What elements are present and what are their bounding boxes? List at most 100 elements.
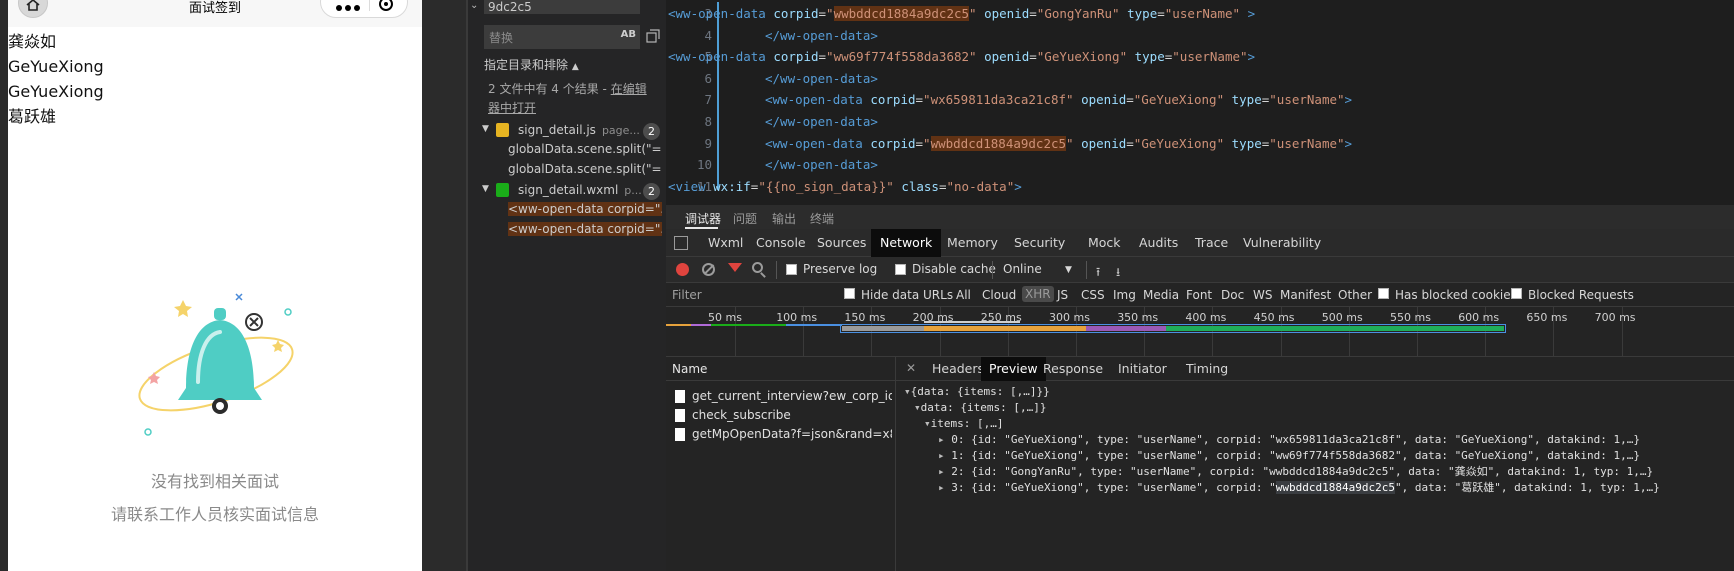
caret-down-icon[interactable]: ▼ xyxy=(482,124,489,134)
tab-debugger[interactable]: 调试器 xyxy=(685,210,721,227)
caret-right-icon[interactable]: ▸ xyxy=(938,449,951,462)
json-node[interactable]: ▾data: {items: [,…]} xyxy=(914,400,1046,416)
request-list: Name get_current_interview?ew_corp_id=ww… xyxy=(666,357,896,571)
tab-memory[interactable]: Memory xyxy=(938,229,1007,257)
hide-data-urls-checkbox[interactable] xyxy=(844,288,855,299)
filter-type-ws[interactable]: WS xyxy=(1253,288,1272,302)
tab-vulnerability[interactable]: Vulnerability xyxy=(1234,229,1330,257)
tab-response[interactable]: Response xyxy=(1035,357,1111,381)
capsule-menu[interactable] xyxy=(320,0,408,18)
request-row[interactable]: check_subscribe xyxy=(672,406,892,426)
match-line[interactable]: globalData.scene.split("="... xyxy=(508,142,662,162)
caret-down-icon[interactable]: ▾ xyxy=(904,385,911,398)
tab-output[interactable]: 输出 xyxy=(772,210,796,227)
tab-initiator[interactable]: Initiator xyxy=(1110,357,1175,381)
tab-audits[interactable]: Audits xyxy=(1130,229,1187,257)
replace-all-icon[interactable] xyxy=(646,29,660,43)
match-line[interactable]: <ww-open-data corpid="... xyxy=(508,222,662,242)
clear-icon[interactable] xyxy=(702,263,715,276)
code-line[interactable]: </ww-open-data> xyxy=(765,112,878,132)
close-miniprogram-icon[interactable] xyxy=(378,0,393,11)
import-har-icon[interactable]: ⭱ xyxy=(1096,263,1100,284)
filter-type-manifest[interactable]: Manifest xyxy=(1280,288,1331,302)
filter-type-all[interactable]: All xyxy=(956,288,971,302)
tab-console[interactable]: Console xyxy=(747,229,815,257)
blocked-requests-checkbox[interactable] xyxy=(1511,288,1522,299)
code-line[interactable]: <view wx:if="{{no_sign_data}}" class="no… xyxy=(668,177,1022,196)
record-icon[interactable] xyxy=(676,263,689,276)
tab-network[interactable]: Network xyxy=(871,229,942,257)
json-node[interactable]: ▾items: [,…] xyxy=(924,416,1003,432)
filter-icon[interactable] xyxy=(728,263,742,272)
search-input[interactable]: 9dc2c5 xyxy=(484,0,640,14)
filter-type-img[interactable]: Img xyxy=(1113,288,1136,302)
caret-down-icon[interactable]: ▾ xyxy=(914,401,921,414)
json-root[interactable]: ▾{data: {items: [,…]}} xyxy=(904,384,1050,400)
tab-mock[interactable]: Mock xyxy=(1079,229,1130,257)
export-har-icon[interactable]: ⭳ xyxy=(1116,263,1120,284)
preserve-log-checkbox[interactable] xyxy=(786,264,797,275)
caret-down-icon[interactable]: ▼ xyxy=(1065,265,1072,275)
close-icon[interactable]: ✕ xyxy=(906,361,916,375)
tab-trace[interactable]: Trace xyxy=(1186,229,1237,257)
code-line[interactable]: </ww-open-data> xyxy=(765,69,878,89)
chevron-down-icon[interactable]: ⌄ xyxy=(470,0,478,11)
match-line[interactable]: globalData.scene.split("="... xyxy=(508,162,662,182)
more-icon[interactable] xyxy=(335,5,360,11)
preserve-case-toggle[interactable]: AB xyxy=(621,29,636,40)
code-line[interactable]: </ww-open-data> xyxy=(765,155,878,175)
caret-down-icon[interactable]: ▼ xyxy=(482,184,489,194)
tab-timing[interactable]: Timing xyxy=(1178,357,1236,381)
request-row[interactable]: getMpOpenData?f=json&rand=x8lgvib1... xyxy=(672,425,892,445)
code-line[interactable]: <ww-open-data corpid="wx659811da3ca21c8f… xyxy=(765,90,1352,110)
network-overview-timeline[interactable]: 50 ms 100 ms 150 ms 200 ms 250 ms 300 ms 350 m… xyxy=(666,307,1734,357)
tab-sources[interactable]: Sources xyxy=(808,229,875,257)
result-file[interactable]: ▼ sign_detail.wxml p... 2 xyxy=(468,180,666,202)
code-line[interactable]: <ww-open-data corpid="wwbddcd1884a9dc2c5… xyxy=(668,4,1255,24)
json-item[interactable]: ▸ 0: {id: "GeYueXiong", type: "userName"… xyxy=(938,432,1640,448)
code-line[interactable]: </ww-open-data> xyxy=(765,26,878,46)
disable-cache-checkbox[interactable] xyxy=(895,264,906,275)
filter-type-css[interactable]: CSS xyxy=(1081,288,1105,302)
filter-type-cloud[interactable]: Cloud xyxy=(982,288,1016,302)
tab-problems[interactable]: 问题 xyxy=(733,210,757,227)
files-include-exclude-toggle[interactable]: 指定目录和排除 ▲ xyxy=(484,56,579,73)
request-row[interactable]: get_current_interview?ew_corp_id=wwb... xyxy=(672,387,892,407)
json-item[interactable]: ▸ 1: {id: "GeYueXiong", type: "userName"… xyxy=(938,448,1640,464)
filter-type-js[interactable]: JS xyxy=(1057,288,1068,302)
blocked-cookies-checkbox[interactable] xyxy=(1378,288,1389,299)
replace-input[interactable]: 替换 AB xyxy=(484,25,640,49)
code-line[interactable]: <ww-open-data corpid="wwbddcd1884a9dc2c5… xyxy=(765,134,1352,154)
tab-security[interactable]: Security xyxy=(1005,229,1074,257)
result-file[interactable]: ▼ sign_detail.js page... 2 xyxy=(468,120,666,142)
tab-wxml[interactable]: Wxml xyxy=(699,229,752,257)
filter-type-doc[interactable]: Doc xyxy=(1221,288,1244,302)
filter-type-other[interactable]: Other xyxy=(1338,288,1372,302)
inspect-element-icon[interactable] xyxy=(674,236,688,250)
caret-right-icon[interactable]: ▸ xyxy=(938,481,951,494)
caret-down-icon[interactable]: ▾ xyxy=(924,417,931,430)
filter-input[interactable]: Filter xyxy=(666,283,822,307)
filter-type-media[interactable]: Media xyxy=(1143,288,1179,302)
caret-right-icon[interactable]: ▸ xyxy=(938,433,951,446)
timeline-brush[interactable] xyxy=(924,321,1020,323)
code-token: </ww-open-data> xyxy=(765,157,878,173)
json-item[interactable]: ▸ 2: {id: "GongYanRu", type: "userName",… xyxy=(938,464,1653,480)
search-icon[interactable] xyxy=(752,262,763,273)
code-token: = xyxy=(1029,6,1037,21)
filter-type-xhr[interactable]: XHR xyxy=(1022,286,1054,302)
toolbar-divider xyxy=(992,261,993,279)
empty-state-title: 没有找到相关面试 xyxy=(150,472,279,491)
code-line[interactable]: <ww-open-data corpid="ww69f774f558da3682… xyxy=(668,47,1255,67)
caret-right-icon[interactable]: ▸ xyxy=(938,465,951,478)
code-editor[interactable]: 3 4 5 6 7 8 9 10 11 <ww-open-data corpid="wwbddc… xyxy=(666,0,1734,196)
throttling-select[interactable]: Online xyxy=(1003,262,1042,276)
timeline-selection[interactable] xyxy=(840,324,1506,333)
tab-terminal[interactable]: 终端 xyxy=(810,210,834,227)
json-item[interactable]: ▸ 3: {id: "GeYueXiong", type: "userName"… xyxy=(938,480,1660,496)
name-column-header[interactable]: Name xyxy=(666,357,896,381)
match-line[interactable]: <ww-open-data corpid="... xyxy=(508,202,662,222)
filter-type-font[interactable]: Font xyxy=(1186,288,1212,302)
code-token: = xyxy=(1126,135,1134,151)
